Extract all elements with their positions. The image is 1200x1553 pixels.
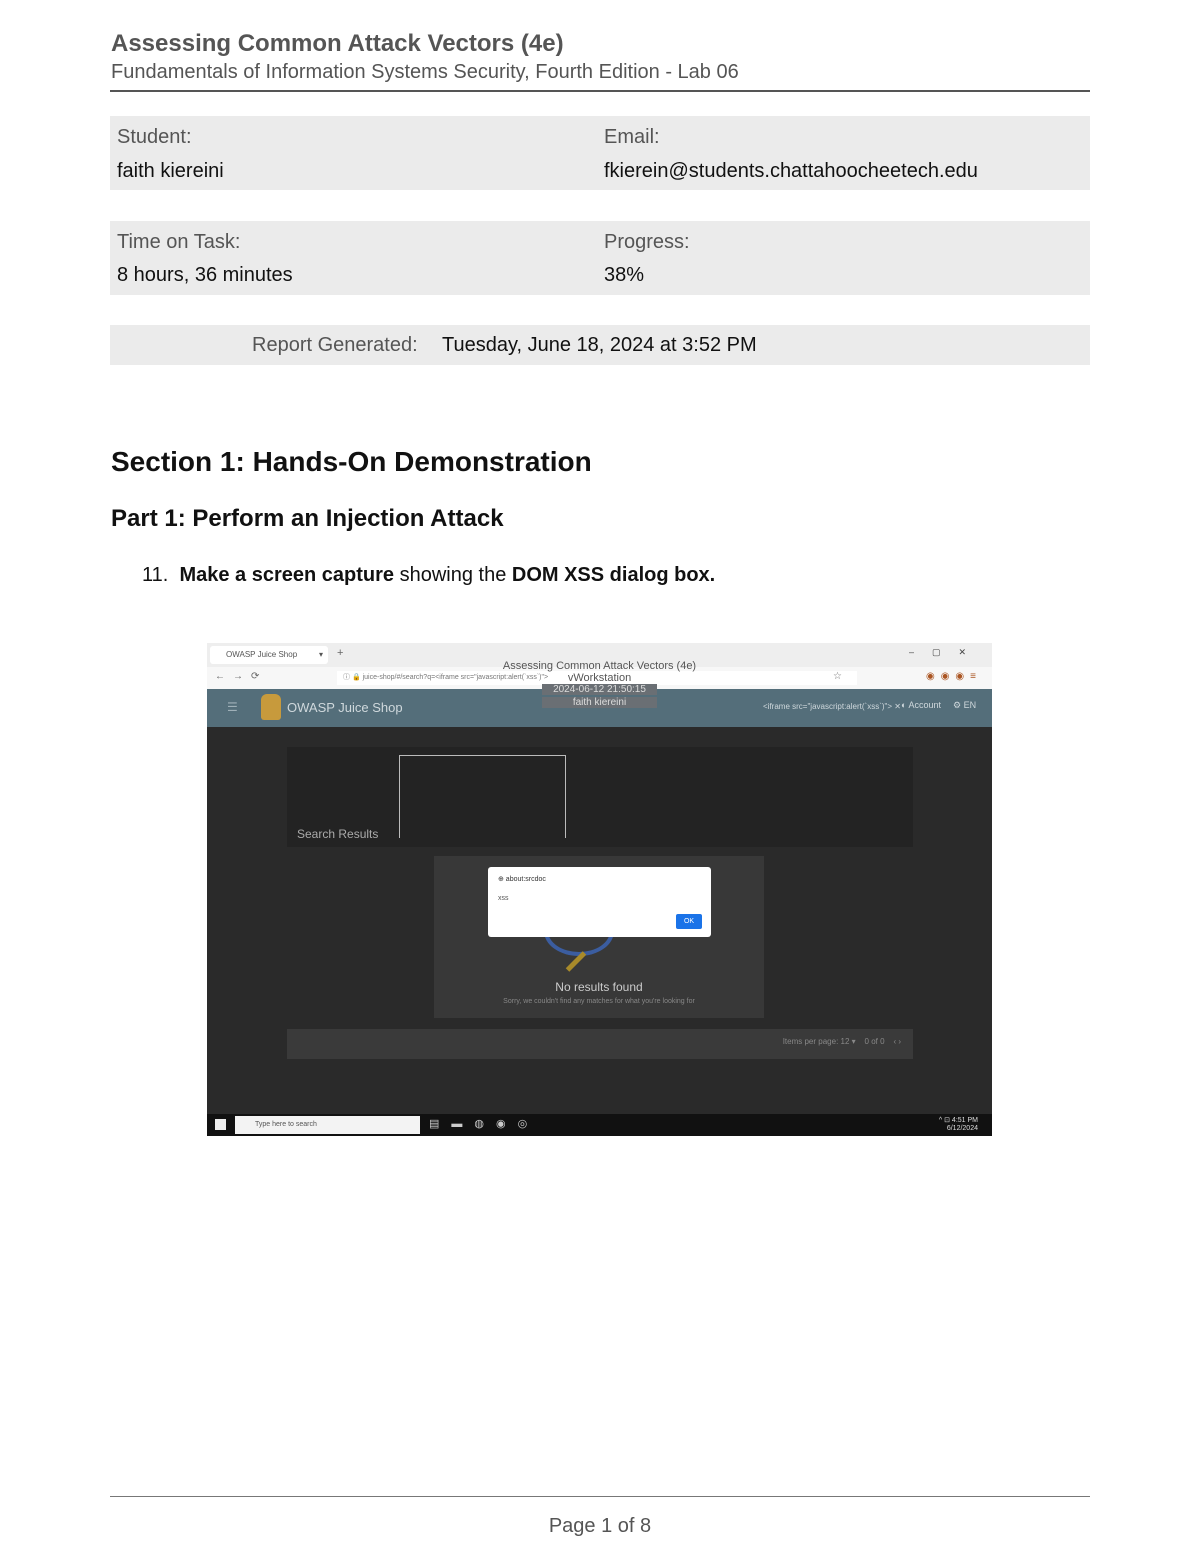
dialog-message: xss: [498, 895, 509, 902]
window-controls-icon: –▢✕: [908, 647, 984, 657]
no-results-text: No results found: [555, 980, 643, 994]
embedded-screenshot: OWASP Juice Shop ▾ + –▢✕ ←→⟳ ⓘ 🔒 juice-sh…: [207, 643, 992, 1136]
dialog-title: ⊕ about:srcdoc: [498, 876, 546, 883]
progress-label: Progress:: [604, 231, 690, 253]
report-title: Assessing Common Attack Vectors (4e): [111, 30, 564, 57]
section-title: Section 1: Hands-On Demonstration: [111, 446, 592, 477]
item-bold-2: DOM XSS dialog box.: [511, 564, 716, 586]
watermark-host: vWorkstation: [567, 672, 632, 684]
student-label: Student:: [117, 126, 192, 148]
time-label: Time on Task:: [117, 231, 241, 253]
system-tray: ^ ⊡ 4:51 PM 6/12/2024: [938, 1117, 978, 1132]
item-number: 11.: [142, 564, 169, 586]
item-mid: showing the: [394, 564, 512, 586]
no-results-subtext: Sorry, we couldn't find any matches for …: [503, 998, 695, 1005]
language-icon: ⚙ EN: [953, 700, 977, 710]
instruction-item: 11. Make a screen capture showing the DO…: [142, 564, 715, 587]
new-tab-icon: +: [337, 647, 344, 659]
watermark-time: 2024-06-12 21:50:15: [542, 684, 657, 695]
xss-iframe: [399, 755, 566, 838]
paginator-card: Items per page: 12 ▾ 0 of 0 ‹ ›: [287, 1029, 913, 1059]
email-value: fkierein@students.chattahoocheetech.edu: [604, 160, 978, 182]
report-generated-box: Report Generated: Tuesday, June 18, 2024…: [110, 325, 1090, 365]
page-number: Page 1 of 8: [548, 1515, 652, 1537]
report-subtitle: Fundamentals of Information Systems Secu…: [111, 61, 739, 83]
part-title: Part 1: Perform an Injection Attack: [111, 505, 504, 532]
header-divider: [110, 90, 1090, 92]
footer-divider: [110, 1496, 1090, 1497]
report-generated-label: Report Generated:: [252, 334, 418, 356]
report-generated-value: Tuesday, June 18, 2024 at 3:52 PM: [442, 334, 757, 356]
watermark-title: Assessing Common Attack Vectors (4e): [502, 660, 697, 672]
juice-shop-logo-icon: [261, 694, 281, 720]
app-title: OWASP Juice Shop: [287, 700, 403, 715]
xss-alert-dialog: ⊕ about:srcdoc xss OK: [488, 867, 711, 937]
search-chip: <iframe src="javascript:alert(`xss`)"> ✕: [763, 702, 901, 711]
start-icon: [215, 1119, 226, 1130]
student-value: faith kiereini: [117, 160, 224, 182]
task-info-box: Time on Task: 8 hours, 36 minutes Progre…: [110, 221, 1090, 295]
student-info-box: Student: faith kiereini Email: fkierein@…: [110, 116, 1090, 190]
taskbar-search: Type here to search: [235, 1116, 420, 1134]
email-label: Email:: [604, 126, 660, 148]
item-bold-1: Make a screen capture: [179, 564, 395, 586]
search-results-card: Search Results: [287, 747, 913, 847]
account-menu: ◐ Account: [901, 700, 941, 710]
paginator: Items per page: 12 ▾ 0 of 0 ‹ ›: [782, 1037, 901, 1046]
search-results-label: Search Results: [297, 827, 379, 841]
dialog-ok-button: OK: [676, 914, 702, 929]
time-value: 8 hours, 36 minutes: [117, 264, 293, 286]
watermark-user: faith kiereini: [542, 697, 657, 708]
windows-taskbar: Type here to search ▤▬◍◉◎ ^ ⊡ 4:51 PM 6/1…: [207, 1114, 992, 1136]
progress-value: 38%: [604, 264, 645, 286]
taskbar-apps-icon: ▤▬◍◉◎: [429, 1118, 540, 1130]
menu-icon: ☰: [227, 700, 238, 714]
